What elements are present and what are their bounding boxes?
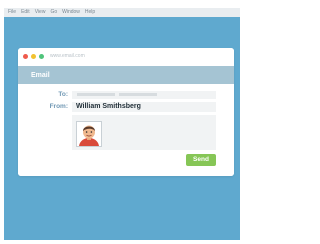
menu-go[interactable]: Go [50, 8, 57, 17]
email-title: Email [31, 71, 50, 79]
browser-title-bar: www.email.com [18, 48, 234, 65]
to-field[interactable] [72, 91, 216, 99]
close-window-button[interactable] [23, 54, 28, 59]
to-placeholder-bar [119, 93, 157, 96]
minimize-window-button[interactable] [31, 54, 36, 59]
address-bar[interactable]: www.email.com [50, 52, 190, 61]
email-header: Email [18, 66, 234, 84]
to-label: To: [58, 91, 68, 98]
menu-window[interactable]: Window [62, 8, 80, 17]
from-value: William Smithsberg [76, 103, 141, 110]
maximize-window-button[interactable] [39, 54, 44, 59]
to-placeholder-bar [77, 93, 115, 96]
menu-view[interactable]: View [35, 8, 46, 17]
send-button[interactable]: Send [186, 154, 216, 166]
menu-edit[interactable]: Edit [21, 8, 30, 17]
from-label: From: [49, 103, 68, 110]
browser-window: www.email.com Email To: From: William Sm… [18, 48, 234, 176]
person-photo-icon [77, 122, 101, 146]
menu-file[interactable]: File [8, 8, 16, 17]
compose-form: To: From: William Smithsberg Send [18, 84, 234, 176]
menu-bar: File Edit View Go Window Help [4, 8, 240, 17]
desktop-screen: File Edit View Go Window Help www.email.… [4, 8, 240, 240]
menu-help[interactable]: Help [85, 8, 95, 17]
photo-attachment[interactable] [76, 121, 102, 147]
